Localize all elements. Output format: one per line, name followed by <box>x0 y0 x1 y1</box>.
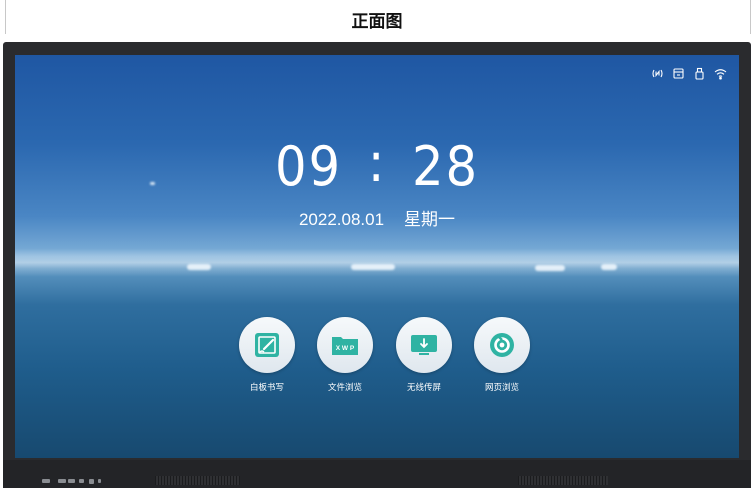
wifi-icon <box>714 67 727 80</box>
weekday-text: 星期一 <box>404 210 456 229</box>
display-screen: 09:28 2022.08.01 星期一 白板书写 X W P 文件浏览 无线传… <box>15 55 739 458</box>
speaker-grille <box>155 476 240 485</box>
storage-icon <box>672 67 685 80</box>
svg-text:X W P: X W P <box>336 345 355 352</box>
page-caption: 正面图 <box>351 12 403 32</box>
app-web-browser[interactable]: 网页浏览 <box>466 317 538 393</box>
app-label: 文件浏览 <box>327 382 362 392</box>
cloud <box>351 264 395 270</box>
app-label: 白板书写 <box>249 382 284 392</box>
status-bar <box>651 67 727 80</box>
front-port <box>79 479 84 483</box>
clock-minutes: 28 <box>412 135 479 198</box>
web-browser-icon <box>474 317 530 373</box>
clock-hours: 09 <box>275 135 342 198</box>
clock-time: 09:28 <box>44 131 710 198</box>
app-wireless-cast[interactable]: 无线传屏 <box>388 317 460 393</box>
whiteboard-icon <box>239 317 295 373</box>
front-port <box>98 479 101 483</box>
date-line: 2022.08.01 星期一 <box>15 205 739 230</box>
bottom-bezel <box>3 460 751 488</box>
usb-icon <box>693 67 706 80</box>
cloud <box>187 264 211 270</box>
cloud <box>535 265 565 271</box>
app-launcher: 白板书写 X W P 文件浏览 无线传屏 网页浏览 <box>231 317 531 397</box>
date-text: 2022.08.01 <box>298 210 385 229</box>
clock-separator: : <box>367 131 387 194</box>
front-port <box>58 479 66 483</box>
front-port <box>89 479 94 484</box>
cloud <box>601 264 617 270</box>
nfc-signal-icon <box>651 67 664 80</box>
front-port <box>42 479 50 483</box>
front-port <box>68 479 75 483</box>
app-file-browser[interactable]: X W P 文件浏览 <box>309 317 381 393</box>
app-label: 网页浏览 <box>484 382 519 392</box>
app-whiteboard[interactable]: 白板书写 <box>231 317 303 393</box>
app-label: 无线传屏 <box>406 382 441 392</box>
wireless-cast-icon <box>396 317 452 373</box>
file-browser-icon: X W P <box>317 317 373 373</box>
speaker-grille <box>518 476 608 485</box>
